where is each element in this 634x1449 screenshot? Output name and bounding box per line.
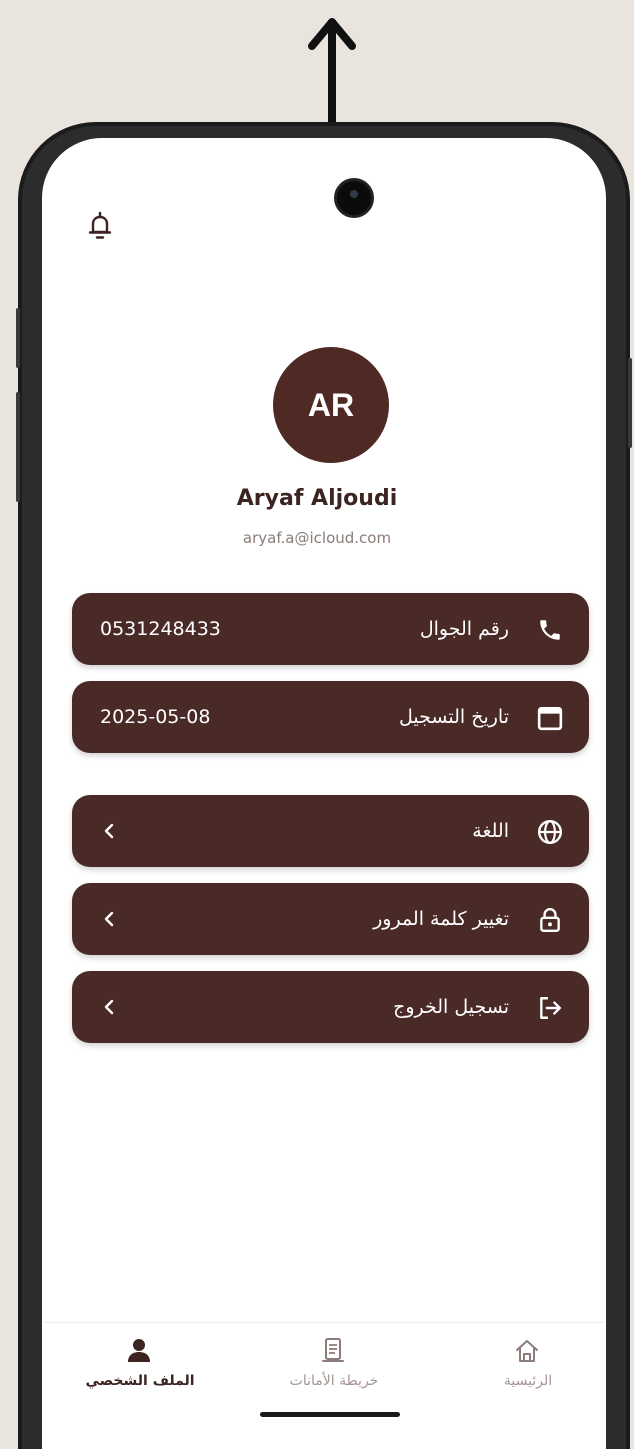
document-icon xyxy=(322,1338,344,1362)
person-icon xyxy=(128,1339,150,1362)
phone-icon xyxy=(540,620,560,640)
logout-button[interactable]: تسجيل الخروج xyxy=(72,971,589,1043)
language-button[interactable]: اللغة xyxy=(72,795,589,867)
home-indicator xyxy=(260,1412,400,1417)
phone-frame xyxy=(16,122,632,1449)
language-label: اللغة xyxy=(472,820,509,842)
change-password-label: تغيير كلمة المرور xyxy=(373,908,509,930)
change-password-button[interactable]: تغيير كلمة المرور xyxy=(72,883,589,955)
bell-icon[interactable] xyxy=(88,211,112,241)
logout-label: تسجيل الخروج xyxy=(393,996,509,1018)
avatar: AR xyxy=(273,347,389,463)
phone-number-label: رقم الجوال xyxy=(419,618,509,640)
tab-map-label: خريطة الأمانات xyxy=(289,1373,379,1389)
bottom-tab-bar: الملف الشخصي خريطة الأمانات الرئيسية xyxy=(44,1322,604,1407)
phone-number-value: 0531248433 xyxy=(100,618,221,640)
front-camera xyxy=(334,178,374,218)
phone-number-card: رقم الجوال 0531248433 xyxy=(72,593,589,665)
chevron-left-icon xyxy=(104,911,114,927)
calendar-icon xyxy=(537,706,563,731)
user-name: Aryaf Aljoudi xyxy=(236,486,398,511)
up-arrow-icon xyxy=(308,18,356,130)
tab-home-label: الرئيسية xyxy=(503,1373,553,1389)
registration-date-card: تاريخ التسجيل 2025-05-08 xyxy=(72,681,589,753)
chevron-left-icon xyxy=(104,999,114,1015)
user-email: aryaf.a@icloud.com xyxy=(242,529,392,547)
logout-icon xyxy=(540,997,561,1019)
tab-profile[interactable]: الملف الشخصي xyxy=(60,1323,220,1407)
tab-home[interactable]: الرئيسية xyxy=(448,1323,608,1407)
globe-icon xyxy=(537,819,563,845)
chevron-left-icon xyxy=(104,823,114,839)
registration-date-value: 2025-05-08 xyxy=(100,706,211,728)
tab-map[interactable]: خريطة الأمانات xyxy=(254,1323,414,1407)
tab-profile-label: الملف الشخصي xyxy=(85,1373,195,1389)
registration-date-label: تاريخ التسجيل xyxy=(399,706,509,728)
lock-icon xyxy=(540,908,560,933)
home-icon xyxy=(516,1340,538,1362)
app-screen xyxy=(42,138,606,1449)
